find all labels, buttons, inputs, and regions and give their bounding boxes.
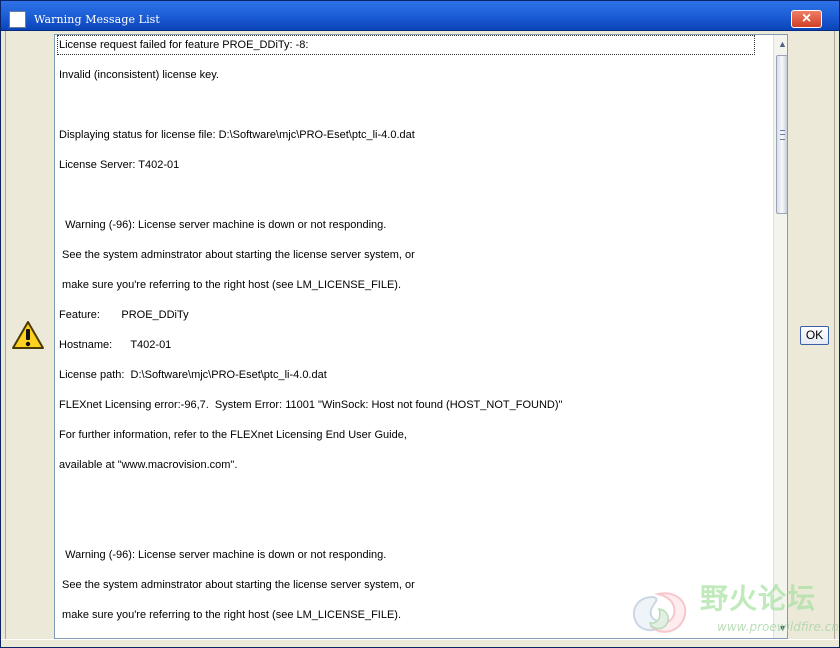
right-window-bevel	[834, 31, 839, 639]
message-line[interactable]: Feature: PROE_DDiTy	[59, 307, 189, 323]
scrollbar-grip	[780, 130, 785, 140]
window-bottom-edge	[1, 639, 839, 647]
message-line[interactable]: License path: D:\Software\mjc\PRO-Eset\p…	[59, 367, 327, 383]
ok-button[interactable]: OK	[800, 326, 829, 345]
message-line[interactable]: make sure you're referring to the right …	[59, 277, 401, 293]
message-line[interactable]: make sure you're referring to the right …	[59, 607, 401, 623]
message-line[interactable]: Displaying status for license file: D:\S…	[59, 127, 415, 143]
watermark-title: 野火论坛	[700, 582, 817, 615]
title-bar[interactable]: Warning Message List ×	[1, 1, 839, 31]
message-line[interactable]: See the system adminstrator about starti…	[59, 247, 415, 263]
close-button[interactable]: ×	[791, 10, 822, 28]
forum-watermark: 野火论坛 www.proewildfire.cn	[628, 581, 839, 639]
chevron-up-icon[interactable]: ▲	[776, 38, 787, 51]
message-line[interactable]: See the system adminstrator about starti…	[59, 577, 415, 593]
scrollbar-thumb[interactable]	[776, 55, 787, 214]
message-line[interactable]: For further information, refer to the FL…	[59, 427, 407, 443]
flame-logo-icon	[633, 592, 687, 633]
message-line[interactable]: Invalid (inconsistent) license key.	[59, 67, 219, 83]
message-line[interactable]: available at "www.macrovision.com".	[59, 457, 237, 473]
window-title: Warning Message List	[34, 13, 160, 26]
message-line[interactable]: License request failed for feature PROE_…	[57, 35, 755, 55]
message-lines: License request failed for feature PROE_…	[55, 35, 771, 638]
document-icon	[9, 11, 26, 28]
message-line[interactable]: Warning (-96): License server machine is…	[59, 547, 386, 563]
message-line[interactable]: Hostname: T402-01	[59, 337, 171, 353]
message-list[interactable]: License request failed for feature PROE_…	[54, 34, 788, 639]
left-window-bevel	[1, 31, 6, 639]
watermark-url: www.proewildfire.cn	[717, 620, 839, 634]
vertical-scrollbar[interactable]: ▲ ▼	[773, 35, 787, 638]
warning-icon	[12, 321, 44, 349]
message-line[interactable]: License Server: T402-01	[59, 157, 179, 173]
warning-message-window: Warning Message List × License request f…	[0, 0, 840, 648]
message-line[interactable]: FLEXnet Licensing error:-96,7. System Er…	[59, 397, 562, 413]
message-line[interactable]: Warning (-96): License server machine is…	[59, 217, 386, 233]
